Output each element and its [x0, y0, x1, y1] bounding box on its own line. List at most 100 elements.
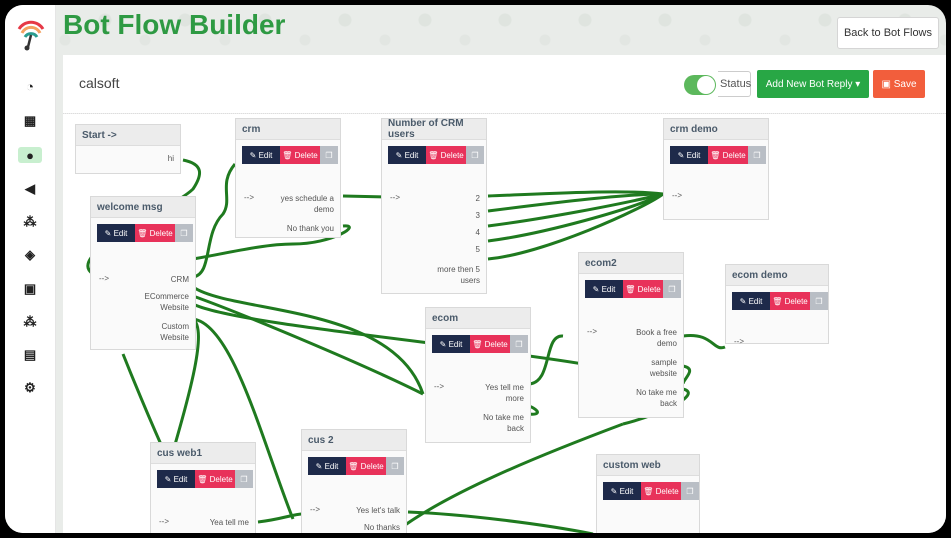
copy-icon[interactable]: ❐ [320, 146, 338, 164]
edit-button[interactable]: ✎ Edit [157, 470, 195, 488]
option-label: hi [167, 154, 174, 163]
delete-button[interactable]: 🗑 Delete [770, 292, 810, 310]
settings-icon[interactable]: ⚙ [21, 380, 39, 396]
grid-icon[interactable]: ▦ [21, 113, 39, 129]
input-arrow: --> [159, 517, 169, 526]
input-arrow: --> [734, 337, 744, 346]
delete-button[interactable]: 🗑 Delete [623, 280, 663, 298]
edit-button[interactable]: ✎ Edit [97, 224, 135, 242]
delete-button[interactable]: 🗑 Delete [641, 482, 681, 500]
node-title: welcome msg [91, 197, 195, 218]
node-custom-web[interactable]: custom web ✎ Edit 🗑 Delete ❐ [596, 454, 700, 533]
edit-label: Edit [258, 150, 273, 160]
copy-icon[interactable]: ❐ [466, 146, 484, 164]
option-label: yes schedule a demo [280, 194, 334, 214]
edit-button[interactable]: ✎ Edit [432, 335, 470, 353]
node-welcome-msg[interactable]: welcome msg ✎ Edit 🗑 Delete ❐ --> CRM EC… [90, 196, 196, 350]
node-crm[interactable]: crm ✎ Edit 🗑 Delete ❐ --> yes schedule a… [235, 118, 341, 238]
option-label: Yes tell me more [485, 383, 524, 403]
edit-button[interactable]: ✎ Edit [603, 482, 641, 500]
delete-button[interactable]: 🗑 Delete [135, 224, 175, 242]
page-title: Bot Flow Builder [63, 9, 286, 40]
id-card-icon[interactable]: ▤ [21, 347, 39, 363]
delete-button[interactable]: 🗑 Delete [470, 335, 510, 353]
edit-button[interactable]: ✎ Edit [308, 457, 346, 475]
node-title: ecom [426, 308, 530, 329]
node-title: ecom demo [726, 265, 828, 286]
node-cus-web1[interactable]: cus web1 ✎ Edit 🗑 Delete ❐ --> Yea tell … [150, 442, 256, 533]
copy-icon[interactable]: ❐ [386, 457, 404, 475]
delete-label: Delete [440, 150, 464, 160]
delete-button[interactable]: 🗑 Delete [708, 146, 748, 164]
back-to-bot-flows-button[interactable]: Back to Bot Flows [837, 17, 939, 49]
node-number-of-crm-users[interactable]: Number of CRM users ✎ Edit 🗑 Delete ❐ --… [381, 118, 487, 294]
chat-icon[interactable]: ● [18, 147, 42, 163]
option-label: No take me back [636, 388, 677, 408]
option-label: 2 [475, 194, 480, 203]
copy-icon[interactable]: ❐ [175, 224, 193, 242]
add-new-bot-reply-button[interactable]: Add New Bot Reply ▾ [757, 70, 869, 98]
node-title: Number of CRM users [382, 118, 486, 140]
delete-button[interactable]: 🗑 Delete [346, 457, 386, 475]
edit-label: Edit [748, 296, 763, 306]
option-label: sample website [649, 358, 677, 378]
delete-button[interactable]: 🗑 Delete [426, 146, 466, 164]
input-arrow: --> [310, 505, 320, 514]
option-label: ECommerce Website [144, 292, 189, 312]
node-actions: ✎ Edit 🗑 Delete ❐ [388, 146, 484, 164]
flow-card: calsoft Status Add New Bot Reply ▾ ▣ Sav… [63, 55, 946, 533]
node-actions: ✎ Edit 🗑 Delete ❐ [732, 292, 828, 310]
node-start[interactable]: Start -> hi [75, 124, 181, 174]
input-arrow: --> [99, 274, 109, 283]
layers-icon[interactable]: ◈ [21, 247, 39, 263]
flow-header: calsoft Status Add New Bot Reply ▾ ▣ Sav… [63, 55, 946, 114]
delete-label: Delete [637, 284, 661, 294]
copy-icon[interactable]: ❐ [235, 470, 253, 488]
copy-icon[interactable]: ❐ [510, 335, 528, 353]
save-button[interactable]: ▣ Save [873, 70, 925, 98]
edit-button[interactable]: ✎ Edit [732, 292, 770, 310]
delete-label: Delete [294, 150, 318, 160]
node-ecom2[interactable]: ecom2 ✎ Edit 🗑 Delete ❐ --> Book a free … [578, 252, 684, 418]
option-label: 5 [475, 245, 480, 254]
copy-icon[interactable]: ❐ [810, 292, 828, 310]
option-label: 3 [475, 211, 480, 220]
node-crm-demo[interactable]: crm demo ✎ Edit 🗑 Delete ❐ --> [663, 118, 769, 220]
robot-icon[interactable]: ▣ [21, 281, 39, 297]
sidebar: ◔ ▦ ● ◀ ⁂ ◈ ▣ ⁂ ▤ ⚙ [5, 5, 56, 533]
status-toggle[interactable] [684, 75, 716, 95]
save-label: Save [893, 78, 917, 90]
edit-button[interactable]: ✎ Edit [585, 280, 623, 298]
node-ecom-demo[interactable]: ecom demo ✎ Edit 🗑 Delete ❐ --> [725, 264, 829, 346]
delete-label: Delete [149, 228, 173, 238]
node-actions: ✎ Edit 🗑 Delete ❐ [242, 146, 338, 164]
edit-button[interactable]: ✎ Edit [670, 146, 708, 164]
status-label: Status [718, 71, 751, 97]
node-actions: ✎ Edit 🗑 Delete ❐ [308, 457, 404, 475]
team-icon[interactable]: ⁂ [21, 314, 39, 330]
users-icon[interactable]: ⁂ [21, 214, 39, 230]
input-arrow: --> [672, 191, 682, 200]
edit-button[interactable]: ✎ Edit [388, 146, 426, 164]
copy-icon[interactable]: ❐ [663, 280, 681, 298]
delete-label: Delete [722, 150, 746, 160]
delete-button[interactable]: 🗑 Delete [195, 470, 235, 488]
dashboard-icon[interactable]: ◔ [21, 78, 39, 94]
node-ecom[interactable]: ecom ✎ Edit 🗑 Delete ❐ --> Yes tell me m… [425, 307, 531, 443]
node-title: crm demo [664, 119, 768, 140]
delete-label: Delete [209, 474, 233, 484]
delete-button[interactable]: 🗑 Delete [280, 146, 320, 164]
node-cus-2[interactable]: cus 2 ✎ Edit 🗑 Delete ❐ --> Yes let's ta… [301, 429, 407, 533]
option-label: Book a free demo [636, 328, 677, 348]
megaphone-icon[interactable]: ◀ [21, 181, 39, 197]
flow-canvas[interactable]: Start -> hi welcome msg ✎ Edit 🗑 Delete … [63, 113, 946, 533]
option-label: 4 [475, 228, 480, 237]
delete-label: Delete [784, 296, 808, 306]
edit-button[interactable]: ✎ Edit [242, 146, 280, 164]
option-label: more then 5 users [437, 265, 480, 285]
copy-icon[interactable]: ❐ [748, 146, 766, 164]
app-logo-icon [17, 20, 45, 51]
node-title: custom web [597, 455, 699, 476]
copy-icon[interactable]: ❐ [681, 482, 699, 500]
node-start-title: Start -> [76, 125, 180, 146]
